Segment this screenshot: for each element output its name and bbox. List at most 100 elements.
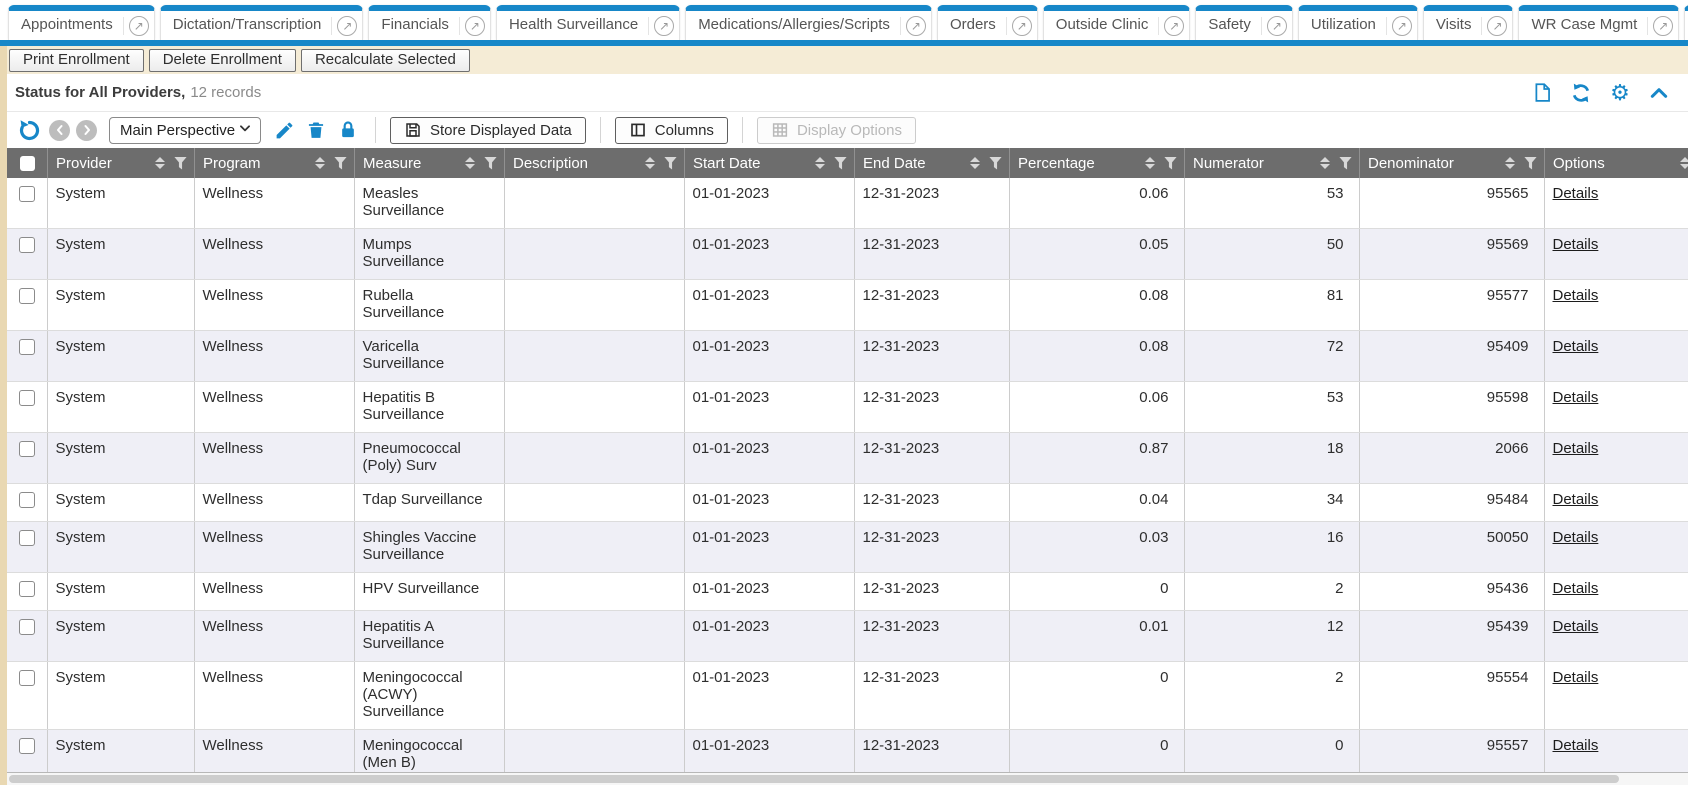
sort-icon[interactable]	[315, 157, 325, 169]
column-header-percentage[interactable]: Percentage	[1009, 148, 1184, 178]
scrollbar-thumb[interactable]	[9, 775, 1619, 783]
open-in-new-window-button[interactable]: ↗	[332, 16, 362, 36]
details-link[interactable]: Details	[1553, 185, 1599, 202]
column-header-denominator[interactable]: Denominator	[1359, 148, 1544, 178]
delete-perspective-icon[interactable]	[303, 117, 329, 143]
module-tab[interactable]: WR Case Mgmt ↗	[1518, 5, 1679, 40]
sort-icon[interactable]	[1505, 157, 1515, 169]
filter-icon[interactable]	[1164, 157, 1177, 170]
row-checkbox[interactable]	[19, 530, 35, 546]
sort-icon[interactable]	[645, 157, 655, 169]
refresh-icon[interactable]	[1570, 82, 1592, 104]
column-header-end-date[interactable]: End Date	[854, 148, 1009, 178]
enrollment-action-button[interactable]: Delete Enrollment	[149, 49, 296, 72]
column-header-program[interactable]: Program	[194, 148, 354, 178]
details-link[interactable]: Details	[1553, 618, 1599, 635]
module-tab[interactable]: Financials ↗	[368, 5, 491, 40]
module-tab[interactable]: Health Surveillance ↗	[496, 5, 680, 40]
sort-icon[interactable]	[1680, 157, 1688, 169]
details-link[interactable]: Details	[1553, 389, 1599, 406]
nav-back-button[interactable]	[49, 120, 70, 141]
open-in-new-window-button[interactable]: ↗	[460, 16, 490, 36]
tab-label: Health Surveillance	[497, 16, 648, 35]
filter-icon[interactable]	[664, 157, 677, 170]
details-link[interactable]: Details	[1553, 338, 1599, 355]
sort-icon[interactable]	[815, 157, 825, 169]
column-header-description[interactable]: Description	[504, 148, 684, 178]
sort-icon[interactable]	[155, 157, 165, 169]
open-in-new-window-button[interactable]: ↗	[901, 16, 931, 36]
module-tab[interactable]: Orders ↗	[937, 5, 1038, 40]
perspective-selected-value: Main Perspective	[120, 122, 235, 139]
details-link[interactable]: Details	[1553, 737, 1599, 754]
select-all-checkbox[interactable]	[20, 156, 35, 171]
open-in-new-window-button[interactable]: ↗	[1007, 16, 1037, 36]
edit-perspective-icon[interactable]	[271, 117, 297, 143]
row-checkbox[interactable]	[19, 339, 35, 355]
perspective-select[interactable]: Main Perspective	[109, 117, 261, 144]
column-header-provider[interactable]: Provider	[47, 148, 194, 178]
cell-end-date: 12-31-2023	[854, 382, 1009, 433]
filter-icon[interactable]	[989, 157, 1002, 170]
column-header-options[interactable]: Options	[1544, 148, 1688, 178]
horizontal-scrollbar[interactable]	[7, 772, 1688, 785]
collapse-panel-icon[interactable]	[1648, 82, 1670, 104]
details-link[interactable]: Details	[1553, 529, 1599, 546]
column-header-numerator[interactable]: Numerator	[1184, 148, 1359, 178]
details-link[interactable]: Details	[1553, 287, 1599, 304]
filter-icon[interactable]	[1339, 157, 1352, 170]
undo-icon[interactable]	[17, 117, 43, 143]
filter-icon[interactable]	[834, 157, 847, 170]
lock-icon[interactable]	[335, 117, 361, 143]
module-tab[interactable]: Industrial ↗	[1684, 5, 1688, 40]
sort-icon[interactable]	[465, 157, 475, 169]
row-checkbox[interactable]	[19, 738, 35, 754]
open-in-new-window-button[interactable]: ↗	[649, 16, 679, 36]
new-document-icon[interactable]	[1531, 82, 1553, 104]
filter-icon[interactable]	[174, 157, 187, 170]
gear-icon[interactable]: ⚙	[1609, 82, 1631, 104]
module-tab[interactable]: Appointments ↗	[8, 5, 155, 40]
filter-icon[interactable]	[1524, 157, 1537, 170]
row-checkbox[interactable]	[19, 186, 35, 202]
details-link[interactable]: Details	[1553, 669, 1599, 686]
sort-icon[interactable]	[1320, 157, 1330, 169]
row-checkbox[interactable]	[19, 237, 35, 253]
nav-forward-button[interactable]	[76, 120, 97, 141]
details-link[interactable]: Details	[1553, 580, 1599, 597]
details-link[interactable]: Details	[1553, 440, 1599, 457]
sort-icon[interactable]	[1145, 157, 1155, 169]
row-checkbox[interactable]	[19, 492, 35, 508]
store-displayed-data-button[interactable]: Store Displayed Data	[390, 117, 586, 144]
enrollment-action-button[interactable]: Recalculate Selected	[301, 49, 470, 72]
open-in-new-window-button[interactable]: ↗	[1648, 16, 1678, 36]
module-tab[interactable]: Utilization ↗	[1298, 5, 1418, 40]
open-in-new-window-button[interactable]: ↗	[1387, 16, 1417, 36]
column-header-measure[interactable]: Measure	[354, 148, 504, 178]
open-in-new-window-button[interactable]: ↗	[124, 16, 154, 36]
details-link[interactable]: Details	[1553, 491, 1599, 508]
open-in-new-window-button[interactable]: ↗	[1159, 16, 1189, 36]
module-tab[interactable]: Safety ↗	[1195, 5, 1293, 40]
row-checkbox[interactable]	[19, 581, 35, 597]
module-tab[interactable]: Medications/Allergies/Scripts ↗	[685, 5, 932, 40]
cell-options: Details	[1544, 730, 1688, 773]
sort-icon[interactable]	[970, 157, 980, 169]
module-tab[interactable]: Visits ↗	[1423, 5, 1514, 40]
row-checkbox[interactable]	[19, 288, 35, 304]
column-header-start-date[interactable]: Start Date	[684, 148, 854, 178]
open-in-new-window-button[interactable]: ↗	[1262, 16, 1292, 36]
open-in-new-window-button[interactable]: ↗	[1482, 16, 1512, 36]
filter-icon[interactable]	[334, 157, 347, 170]
module-tab[interactable]: Outside Clinic ↗	[1043, 5, 1191, 40]
module-tab[interactable]: Dictation/Transcription ↗	[160, 5, 364, 40]
row-checkbox[interactable]	[19, 619, 35, 635]
row-checkbox[interactable]	[19, 390, 35, 406]
details-link[interactable]: Details	[1553, 236, 1599, 253]
row-checkbox[interactable]	[19, 441, 35, 457]
row-checkbox[interactable]	[19, 670, 35, 686]
columns-button[interactable]: Columns	[615, 117, 728, 144]
enrollment-action-button[interactable]: Print Enrollment	[9, 49, 144, 72]
cell-measure: HPV Surveillance	[354, 573, 504, 611]
filter-icon[interactable]	[484, 157, 497, 170]
